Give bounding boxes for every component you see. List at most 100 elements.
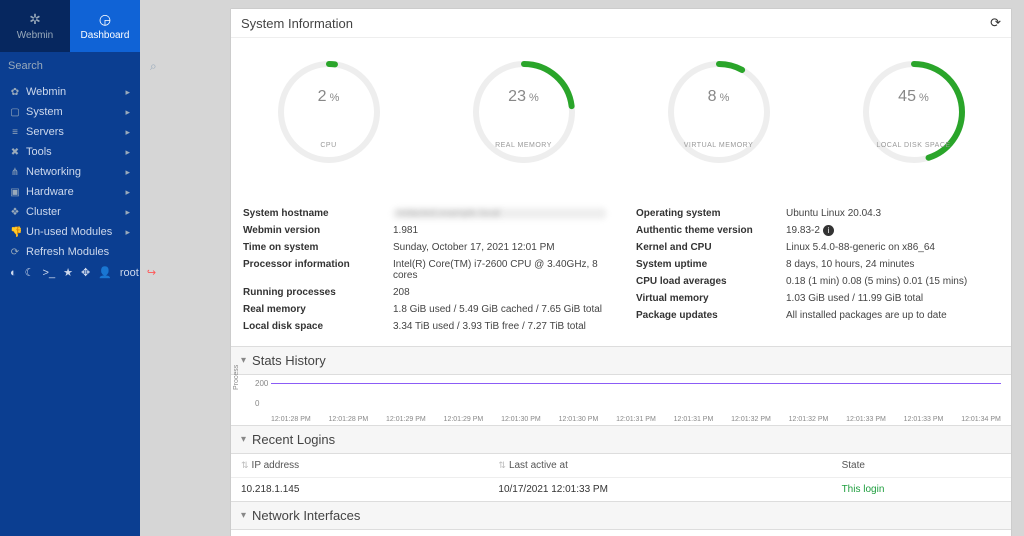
label: Kernel and CPU xyxy=(636,242,786,253)
chevron-right-icon: ▸ xyxy=(125,127,130,138)
stats-xaxis-tick: 12:01:30 PM xyxy=(559,416,599,423)
stats-xaxis-tick: 12:01:28 PM xyxy=(271,416,311,423)
gauge-vmem: 8 %VIRTUAL MEMORY xyxy=(659,52,779,192)
sort-icon[interactable]: ⇅ xyxy=(498,460,506,470)
info-col-left: System hostnameredacted.example.local We… xyxy=(243,208,606,332)
stats-xaxis-tick: 12:01:33 PM xyxy=(846,416,886,423)
browser-icon[interactable]: ✥ xyxy=(81,266,90,279)
chevron-right-icon: ▸ xyxy=(125,227,130,238)
nav-icon: ⋔ xyxy=(10,167,20,178)
tab-webmin[interactable]: ✲ Webmin xyxy=(0,0,70,52)
chevron-down-icon: ▾ xyxy=(241,510,246,521)
label: CPU load averages xyxy=(636,276,786,287)
nav-icon: ≡ xyxy=(10,127,20,138)
label: Running processes xyxy=(243,287,393,298)
sidebar-nav: ✿Webmin▸▢System▸ ≡ Servers ▸ ✖Tools▸ ⋔ Network… xyxy=(0,80,140,262)
stats-xaxis-tick: 12:01:32 PM xyxy=(731,416,771,423)
main-content: System Information ⟳ 2 %CPU 23 %REAL MEM… xyxy=(140,0,1024,536)
gauge-label: CPU xyxy=(269,142,389,149)
nav-label: Refresh Modules xyxy=(26,246,109,258)
gauge-percent: 8 % xyxy=(659,88,779,106)
stats-sparkline xyxy=(271,383,1001,384)
stats-header[interactable]: ▾ Stats History xyxy=(231,346,1011,375)
cell-ip: 10.218.1.145 xyxy=(231,478,488,502)
system-info-header: System Information ⟳ xyxy=(231,9,1011,38)
sidebar-item-tools[interactable]: ✖Tools▸ xyxy=(0,142,140,162)
value-hostname: redacted.example.local xyxy=(393,208,606,219)
stats-xaxis-tick: 12:01:30 PM xyxy=(501,416,541,423)
info-grid: System hostnameredacted.example.local We… xyxy=(231,202,1011,346)
col-last[interactable]: Last active at xyxy=(509,460,568,471)
sidebar-item-webmin[interactable]: ✿Webmin▸ xyxy=(0,82,140,102)
chevron-down-icon: ▾ xyxy=(241,355,246,366)
gauge-cpu: 2 % CPU xyxy=(269,52,389,192)
sidebar-item-servers[interactable]: ≡ Servers ▸ xyxy=(0,122,140,142)
value-rmem: 1.8 GiB used / 5.49 GiB cached / 7.65 Gi… xyxy=(393,304,606,315)
sort-icon[interactable]: ⇅ xyxy=(241,460,249,470)
sidebar-tabs: ✲ Webmin ◶ Dashboard xyxy=(0,0,140,52)
sidebar-item-system[interactable]: ▢System▸ xyxy=(0,102,140,122)
value-webminver: 1.981 xyxy=(393,225,606,236)
chevron-right-icon: ▸ xyxy=(125,207,130,218)
netif-title: Network Interfaces xyxy=(252,508,360,523)
star-icon[interactable]: ★ xyxy=(63,266,73,279)
chevron-down-icon: ▾ xyxy=(241,434,246,445)
sidebar-item-un-used-modules[interactable]: 👎 Un-used Modules ▸ xyxy=(0,222,140,242)
gauge-disk: 45 %LOCAL DISK SPACE xyxy=(854,52,974,192)
system-info-panel: System Information ⟳ 2 %CPU 23 %REAL MEM… xyxy=(230,8,1012,536)
logins-header[interactable]: ▾ Recent Logins xyxy=(231,425,1011,454)
col-state[interactable]: State xyxy=(842,460,865,471)
sidebar-item-refresh-modules[interactable]: ⟳ Refresh Modules xyxy=(0,242,140,262)
toggle-night-icon[interactable]: ◐ xyxy=(10,267,17,279)
gauge-percent: 2 % xyxy=(269,88,389,106)
nav-icon: 👎 xyxy=(10,227,20,238)
table-row: 10.218.1.145 10/17/2021 12:01:33 PM This… xyxy=(231,478,1011,502)
nav-label: Networking xyxy=(26,166,81,178)
stats-xaxis-tick: 12:01:34 PM xyxy=(961,416,1001,423)
sidebar-item-cluster[interactable]: ❖ Cluster ▸ xyxy=(0,202,140,222)
stats-xaxis-tick: 12:01:32 PM xyxy=(789,416,829,423)
stats-xaxis-tick: 12:01:28 PM xyxy=(329,416,369,423)
value-load: 0.18 (1 min) 0.08 (5 mins) 0.01 (15 mins… xyxy=(786,276,999,287)
value-ldisk: 3.34 TiB used / 3.93 TiB free / 7.27 TiB… xyxy=(393,321,606,332)
value-vmem: 1.03 GiB used / 11.99 GiB total xyxy=(786,293,999,304)
stats-body: Process 200 0 12:01:28 PM12:01:28 PM12:0… xyxy=(231,375,1011,425)
tab-dashboard[interactable]: ◶ Dashboard xyxy=(70,0,140,52)
tab-dashboard-label: Dashboard xyxy=(81,30,130,41)
nav-icon: ⟳ xyxy=(10,247,20,258)
value-time[interactable]: Sunday, October 17, 2021 12:01 PM xyxy=(393,242,606,253)
cell-state: This login xyxy=(832,478,1011,502)
value-proc: Intel(R) Core(TM) i7-2600 CPU @ 3.40GHz,… xyxy=(393,259,606,281)
gauge-row: 2 %CPU 23 %REAL MEMORY 8 %VIRTUAL MEMORY… xyxy=(231,38,1011,202)
nav-label: Cluster xyxy=(26,206,61,218)
value-uptime[interactable]: 8 days, 10 hours, 24 minutes xyxy=(786,259,999,270)
value-pkg[interactable]: All installed packages are up to date xyxy=(786,310,999,321)
sidebar-item-networking[interactable]: ⋔Networking▸ xyxy=(0,162,140,182)
gauge-percent: 45 % xyxy=(854,88,974,106)
netif-table: ⇅Name ⇅Type ⇅Interface Speed ⇅IPv4 Addre… xyxy=(231,530,1011,536)
nav-label: Tools xyxy=(26,146,52,158)
webmin-icon: ✲ xyxy=(29,11,41,28)
label: Webmin version xyxy=(243,225,393,236)
terminal-icon[interactable]: >_ xyxy=(43,267,56,279)
nav-label: Servers xyxy=(26,126,64,138)
moon-icon[interactable]: ☾ xyxy=(25,266,35,279)
stats-xaxis-tick: 12:01:33 PM xyxy=(904,416,944,423)
col-ip[interactable]: IP address xyxy=(252,460,300,471)
nav-icon: ❖ xyxy=(10,207,20,218)
value-rproc[interactable]: 208 xyxy=(393,287,606,298)
stats-title: Stats History xyxy=(252,353,326,368)
info-icon[interactable]: i xyxy=(823,225,834,236)
nav-icon: ▣ xyxy=(10,187,20,198)
user-icon[interactable]: 👤 xyxy=(98,266,112,279)
nav-label: Un-used Modules xyxy=(26,226,112,238)
tab-webmin-label: Webmin xyxy=(17,30,54,41)
search-input[interactable] xyxy=(8,60,150,72)
label: Virtual memory xyxy=(636,293,786,304)
label: Time on system xyxy=(243,242,393,253)
label: System hostname xyxy=(243,208,393,219)
netif-header[interactable]: ▾ Network Interfaces xyxy=(231,501,1011,530)
stats-xaxis-tick: 12:01:31 PM xyxy=(674,416,714,423)
sidebar-item-hardware[interactable]: ▣Hardware▸ xyxy=(0,182,140,202)
refresh-icon[interactable]: ⟳ xyxy=(990,15,1001,31)
